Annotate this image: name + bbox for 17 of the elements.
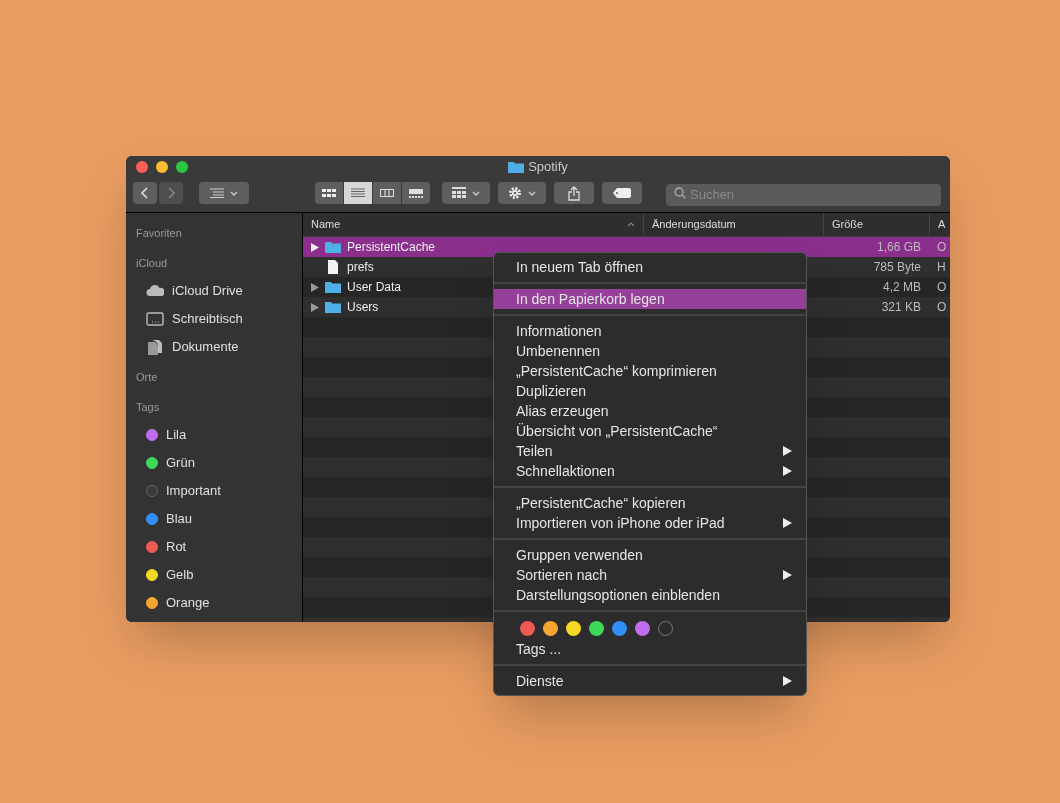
file-size: 4,2 MB xyxy=(883,280,921,294)
file-name: Users xyxy=(347,299,379,316)
sidebar-section-title: Tags xyxy=(136,400,160,415)
table-cell: O xyxy=(937,240,947,254)
table-cell: H xyxy=(937,260,946,274)
file-size: 785 Byte xyxy=(873,260,921,274)
table-cell: O xyxy=(937,300,947,314)
sidebar-section-title: Orte xyxy=(136,370,158,385)
file-size: 1,66 GB xyxy=(876,240,921,254)
sidebar-section-title: Favoriten xyxy=(136,226,182,241)
sidebar-section-title: iCloud xyxy=(136,256,168,271)
table-cell: O xyxy=(937,280,947,294)
file-name: prefs xyxy=(347,259,374,276)
file-name: PersistentCache xyxy=(347,239,436,256)
file-name: User Data xyxy=(347,279,402,296)
file-size: 321 KB xyxy=(881,300,921,314)
window-title: Spotify xyxy=(528,158,568,177)
